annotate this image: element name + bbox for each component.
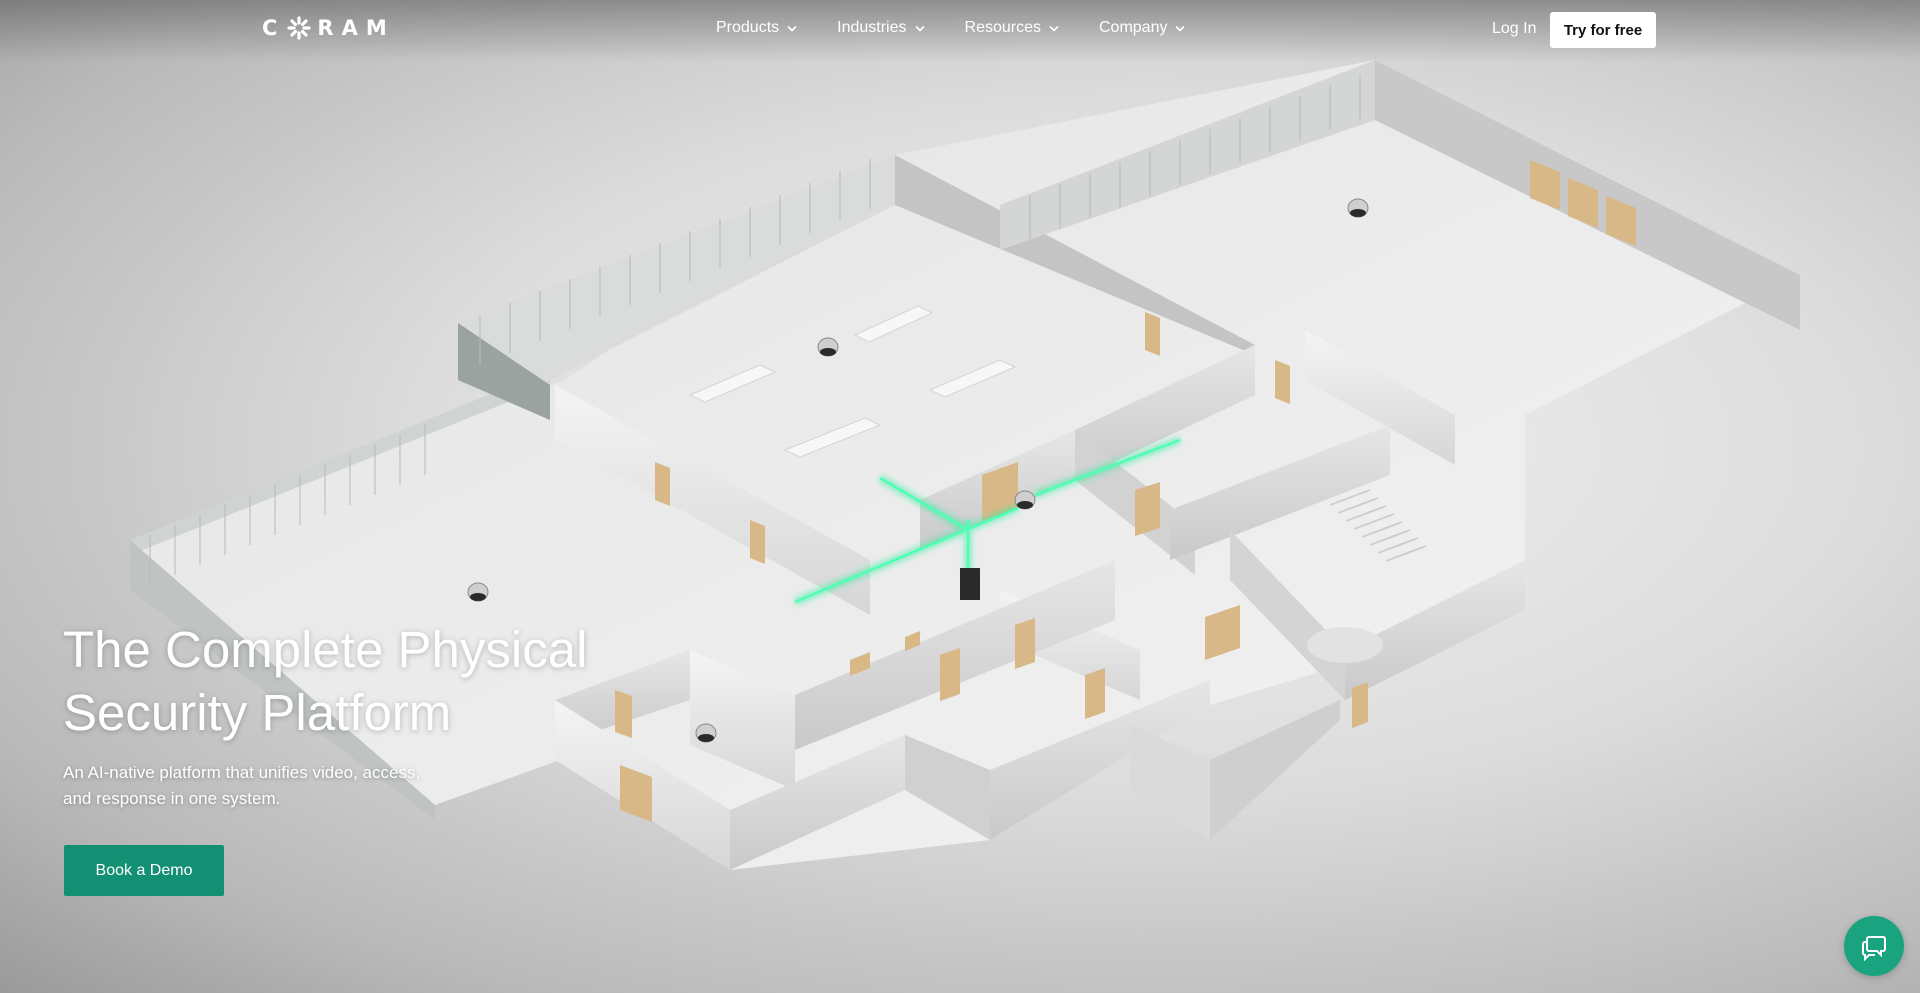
nav-industries[interactable]: Industries xyxy=(837,19,925,37)
chevron-down-icon xyxy=(1175,25,1186,32)
nav-label: Company xyxy=(1099,19,1168,36)
chevron-down-icon xyxy=(914,25,925,32)
chat-widget-button[interactable] xyxy=(1844,916,1904,976)
book-demo-button[interactable]: Book a Demo xyxy=(64,845,224,896)
nav-resources[interactable]: Resources xyxy=(965,19,1059,37)
hero-subtitle: An AI-native platform that unifies video… xyxy=(63,760,453,812)
chat-bubbles-icon xyxy=(1862,936,1886,961)
try-for-free-button[interactable]: Try for free xyxy=(1550,12,1656,48)
logo-letter: C xyxy=(262,16,286,40)
login-link[interactable]: Log In xyxy=(1492,20,1536,38)
chevron-down-icon xyxy=(1049,25,1059,32)
server-cabinet xyxy=(960,568,980,600)
building-floorplan-illustration xyxy=(130,60,1800,870)
nav-label: Products xyxy=(716,19,780,36)
chevron-down-icon xyxy=(787,25,797,32)
top-navigation: C RAM Products Industries Resources Comp… xyxy=(0,0,1920,62)
nav-label: Industries xyxy=(837,19,907,36)
hero-title-line: The Complete Physical xyxy=(63,621,588,678)
logo[interactable]: C RAM xyxy=(262,16,395,40)
nav-company[interactable]: Company xyxy=(1099,19,1186,37)
round-table xyxy=(1307,627,1383,663)
main-nav: Products Industries Resources Company xyxy=(716,19,1186,37)
nav-products[interactable]: Products xyxy=(716,19,797,37)
nav-label: Resources xyxy=(964,19,1041,36)
hero-subtitle-line: and response in one system. xyxy=(63,789,281,808)
hero-title: The Complete Physical Security Platform xyxy=(63,618,703,744)
logo-aperture-icon xyxy=(287,16,312,40)
hero-subtitle-line: An AI-native platform that unifies video… xyxy=(63,763,421,782)
logo-wordmark: RAM xyxy=(317,16,395,40)
hero-title-line: Security Platform xyxy=(63,684,452,741)
